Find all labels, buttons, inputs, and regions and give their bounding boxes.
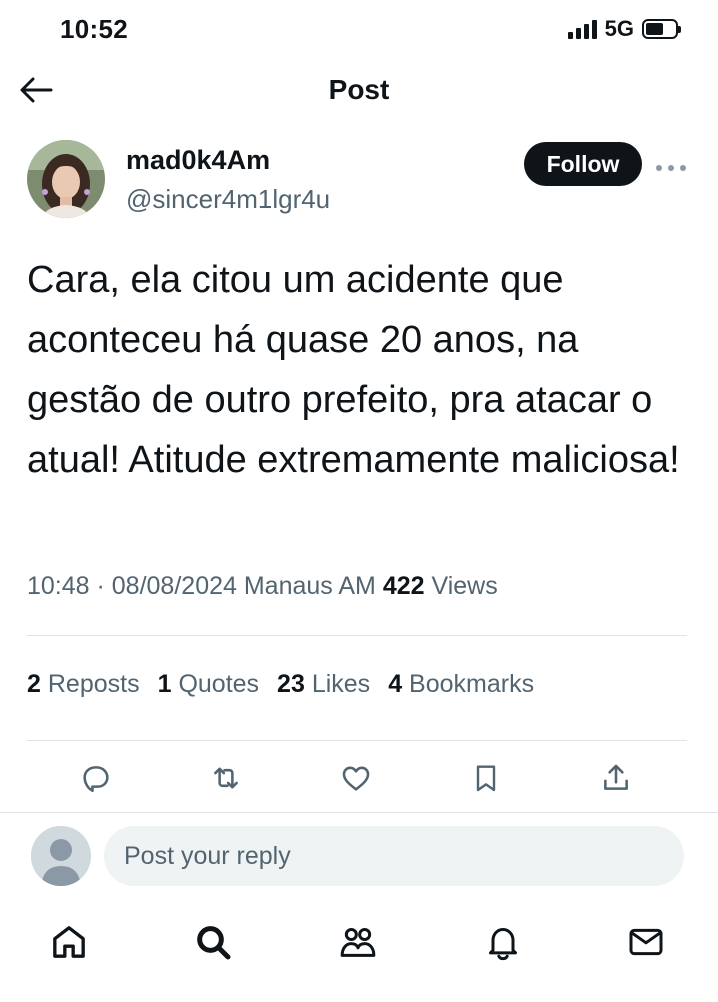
bookmark-icon[interactable] <box>456 758 516 798</box>
stat-count: 1 <box>157 670 172 698</box>
signal-icon <box>567 19 597 39</box>
stat-count: 4 <box>388 670 403 698</box>
author-name[interactable]: mad0k4Am <box>126 145 270 176</box>
stat-likes[interactable]: 23 Likes <box>277 670 370 699</box>
bottom-nav <box>0 912 718 972</box>
stat-reposts[interactable]: 2 Reposts <box>27 670 140 699</box>
post-actions <box>66 758 646 798</box>
search-icon[interactable] <box>191 920 235 964</box>
stat-count: 2 <box>27 670 41 698</box>
post-timestamp[interactable]: 10:48 · 08/08/2024 Manaus AM <box>27 572 376 600</box>
post-text: Cara, ela citou um acidente que acontece… <box>27 259 680 481</box>
page-title: Post <box>328 74 390 105</box>
stat-label: Bookmarks <box>409 670 535 698</box>
reply-icon[interactable] <box>66 758 126 798</box>
follow-button[interactable]: Follow <box>524 142 642 186</box>
network-label: 5G <box>604 16 634 41</box>
divider <box>0 812 718 813</box>
stat-bookmarks[interactable]: 4 Bookmarks <box>388 670 534 699</box>
divider <box>27 740 687 741</box>
stat-count: 23 <box>277 670 305 698</box>
stat-label: Likes <box>311 670 371 698</box>
like-icon[interactable] <box>326 758 386 798</box>
communities-icon[interactable] <box>336 920 380 964</box>
share-icon[interactable] <box>586 758 646 798</box>
views-label: Views <box>431 572 498 600</box>
author-handle[interactable]: @sincer4m1lgr4u <box>126 184 330 215</box>
divider <box>27 635 687 636</box>
notifications-icon[interactable] <box>481 920 525 964</box>
status-indicators: 5G <box>567 16 681 42</box>
author-avatar[interactable] <box>27 140 105 218</box>
engagement-stats: 2 Reposts 1 Quotes 23 Likes 4 Bookmarks <box>27 670 534 699</box>
stat-label: Reposts <box>47 670 140 698</box>
battery-icon <box>642 19 681 39</box>
post-screen: 10:52 5G Post mad0k4Am @sincer4m1lgr4u F… <box>0 0 718 1002</box>
views-count: 422 <box>382 572 425 600</box>
reply-input[interactable] <box>104 826 684 886</box>
repost-icon[interactable] <box>196 758 256 798</box>
post-meta: 10:48 · 08/08/2024 Manaus AM 422 Views <box>27 572 498 601</box>
stat-label: Quotes <box>178 670 260 698</box>
stat-quotes[interactable]: 1 Quotes <box>158 670 259 699</box>
home-icon[interactable] <box>47 920 91 964</box>
status-time: 10:52 <box>60 14 128 44</box>
more-options-icon[interactable] <box>656 160 686 176</box>
current-user-avatar <box>31 826 91 886</box>
messages-icon[interactable] <box>624 920 668 964</box>
top-bar: Post <box>0 62 718 118</box>
